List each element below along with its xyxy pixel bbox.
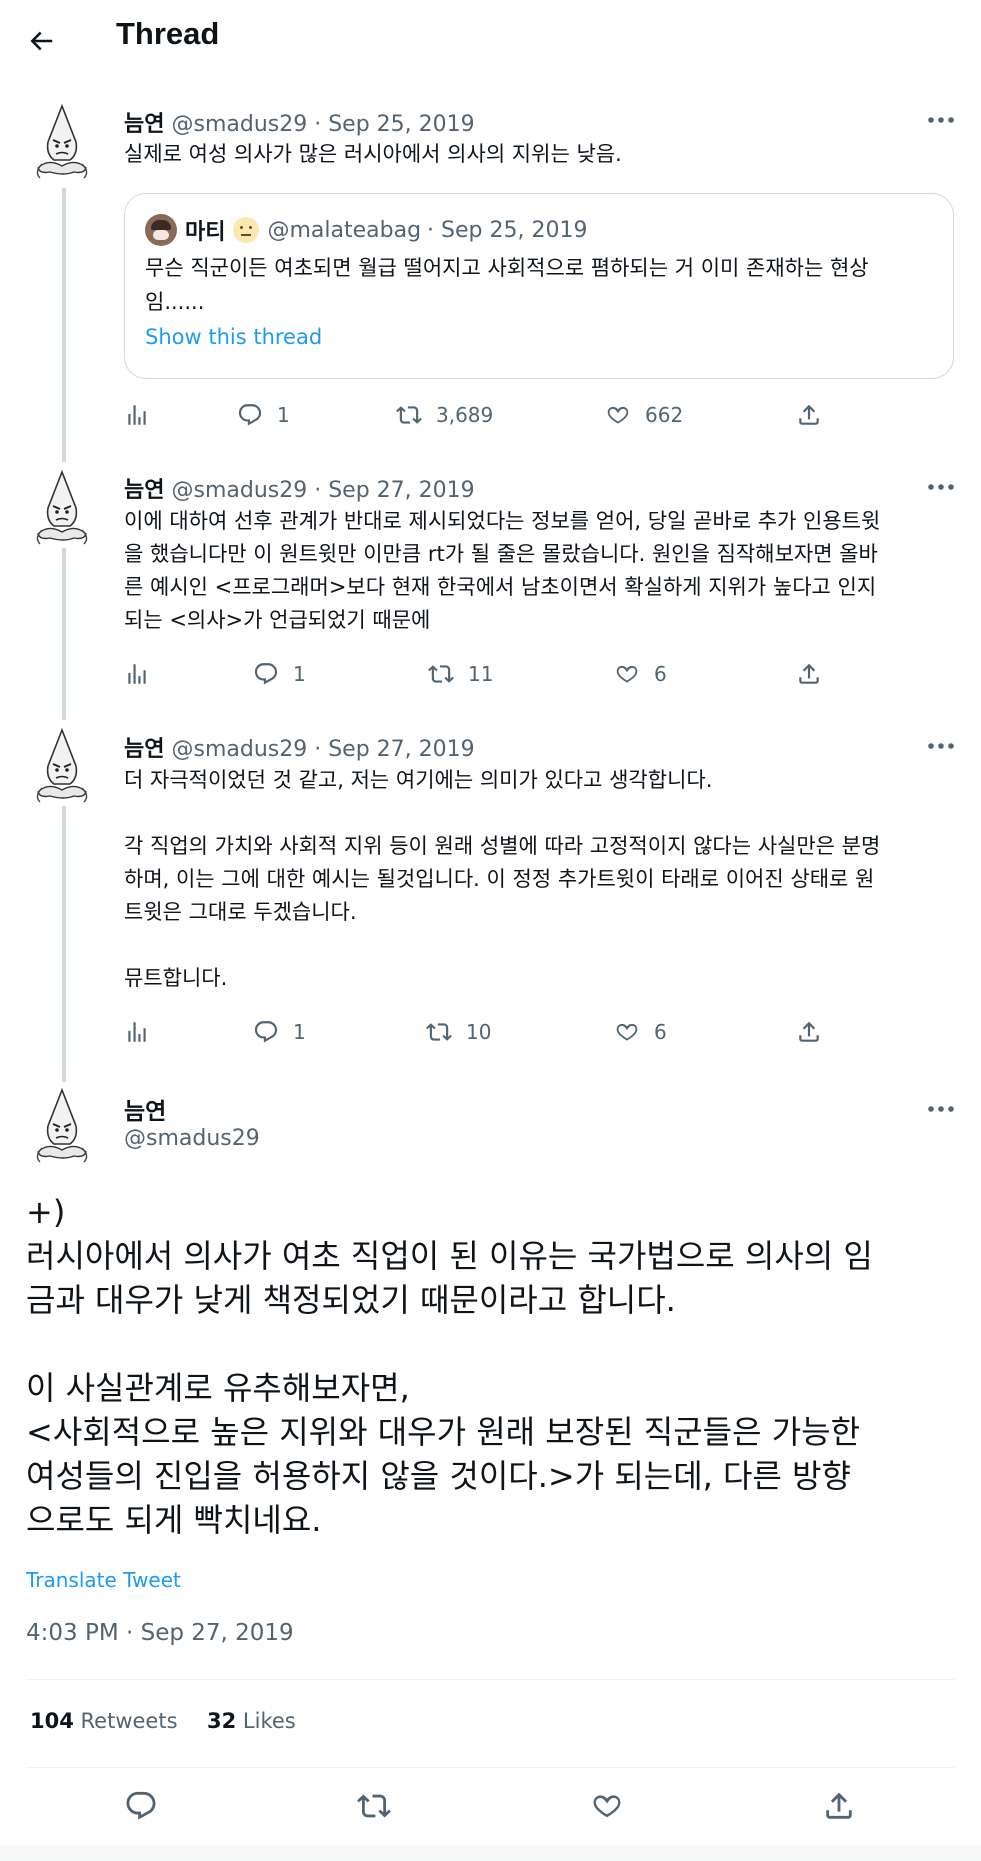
quote-author-name: 마티 — [185, 220, 226, 245]
retweet-total: 104 — [30, 1709, 74, 1733]
reply-button[interactable]: 1 — [253, 1019, 306, 1045]
share-icon — [796, 1019, 822, 1045]
share-button[interactable] — [796, 661, 822, 687]
quoted-tweet[interactable]: 마티 @malateabag · Sep 25, 2019 무슨 직군이든 여초… — [124, 193, 954, 379]
tweet-timestamp[interactable]: 4:03 PM · Sep 27, 2019 — [26, 1620, 294, 1646]
like-label: Likes — [242, 1709, 296, 1733]
analytics-button[interactable] — [124, 661, 150, 687]
like-count: 6 — [654, 1020, 667, 1044]
like-button[interactable]: 6 — [614, 1019, 667, 1045]
retweet-button[interactable]: 11 — [428, 661, 493, 687]
page-title: Thread — [116, 16, 220, 51]
retweet-label: Retweets — [80, 1709, 178, 1733]
analytics-icon — [124, 402, 150, 428]
avatar[interactable] — [24, 1086, 100, 1166]
quote-meta: 마티 @malateabag · Sep 25, 2019 — [185, 214, 587, 246]
share-icon[interactable] — [822, 1789, 856, 1823]
author-name[interactable]: 늠연 — [124, 1092, 166, 1126]
thread-line — [62, 188, 66, 462]
quote-avatar — [145, 214, 177, 246]
retweet-icon — [396, 402, 422, 428]
bottom-strip — [0, 1846, 981, 1861]
author-handle[interactable]: @smadus29 — [171, 478, 307, 503]
divider — [26, 1767, 956, 1768]
like-button[interactable]: 662 — [605, 402, 683, 428]
tweet-text: 이에 대하여 선후 관계가 반대로 제시되었다는 정보를 얻어, 당일 곧바로 … — [124, 509, 881, 632]
share-button[interactable] — [796, 402, 822, 428]
tweet-date[interactable]: · Sep 27, 2019 — [314, 737, 474, 762]
reply-icon[interactable] — [124, 1789, 158, 1823]
analytics-icon — [124, 661, 150, 687]
reply-count: 1 — [293, 1020, 306, 1044]
tweet-text: 실제로 여성 의사가 많은 러시아에서 의사의 지위는 낮음. — [124, 142, 622, 166]
author-name[interactable]: 늠연 — [124, 737, 164, 762]
retweets-stat[interactable]: 104 Retweets — [30, 1709, 178, 1733]
avatar[interactable] — [24, 102, 100, 182]
reply-icon — [237, 402, 263, 428]
author-handle[interactable]: @smadus29 — [171, 112, 307, 137]
translate-tweet-link[interactable]: Translate Tweet — [26, 1568, 181, 1592]
retweet-count: 11 — [468, 662, 494, 686]
analytics-button[interactable] — [124, 402, 150, 428]
like-button[interactable]: 6 — [614, 661, 667, 687]
avatar[interactable] — [24, 726, 100, 806]
author-handle[interactable]: @smadus29 — [124, 1126, 260, 1151]
author-handle[interactable]: @smadus29 — [171, 737, 307, 762]
like-icon[interactable] — [590, 1789, 624, 1823]
share-button[interactable] — [796, 1019, 822, 1045]
retweet-icon[interactable] — [357, 1789, 391, 1823]
reply-icon — [253, 1019, 279, 1045]
more-icon[interactable] — [926, 736, 956, 756]
tweet-meta: 늠연 @smadus29 · Sep 27, 2019 — [124, 731, 475, 763]
tweet-meta: 늠연 @smadus29 · Sep 25, 2019 — [124, 106, 475, 138]
analytics-icon — [124, 1019, 150, 1045]
like-icon — [614, 1019, 640, 1045]
reply-icon — [253, 661, 279, 687]
more-icon[interactable] — [926, 477, 956, 497]
author-name[interactable]: 늠연 — [124, 478, 164, 503]
retweet-count: 3,689 — [436, 403, 494, 427]
like-icon — [614, 661, 640, 687]
retweet-icon — [426, 1019, 452, 1045]
quote-author-handle: @malateabag — [267, 217, 422, 243]
retweet-button[interactable]: 10 — [426, 1019, 491, 1045]
reply-button[interactable]: 1 — [237, 402, 290, 428]
retweet-count: 10 — [466, 1020, 492, 1044]
quote-text: 무슨 직군이든 여초되면 월급 떨어지고 사회적으로 폄하되는 거 이미 존재하… — [145, 256, 869, 314]
retweet-icon — [428, 661, 454, 687]
tweet-meta: 늠연 @smadus29 · Sep 27, 2019 — [124, 472, 475, 504]
tweet-date[interactable]: · Sep 27, 2019 — [314, 478, 474, 503]
author-name[interactable]: 늠연 — [124, 112, 164, 137]
reply-count: 1 — [277, 403, 290, 427]
like-count: 6 — [654, 662, 667, 686]
tweet-date[interactable]: · Sep 25, 2019 — [314, 112, 474, 137]
like-icon — [605, 402, 631, 428]
reply-count: 1 — [293, 662, 306, 686]
thread-line — [62, 548, 66, 720]
retweet-button[interactable]: 3,689 — [396, 402, 493, 428]
divider — [26, 1679, 956, 1680]
like-count: 662 — [645, 403, 684, 427]
back-arrow-icon[interactable] — [26, 26, 56, 56]
tweet-text: 더 자극적이었던 것 같고, 저는 여기에는 의미가 있다고 생각합니다. 각 … — [124, 768, 881, 990]
share-icon — [796, 661, 822, 687]
emoji-face-icon — [233, 217, 260, 243]
more-icon[interactable] — [926, 1099, 956, 1119]
tweet-text: +) 러시아에서 의사가 여초 직업이 된 이유는 국가법으로 의사의 임 금과… — [26, 1193, 873, 1539]
quote-date: · Sep 25, 2019 — [427, 217, 588, 243]
like-total: 32 — [207, 1709, 237, 1733]
share-icon — [796, 402, 822, 428]
likes-stat[interactable]: 32 Likes — [207, 1709, 296, 1733]
more-icon[interactable] — [926, 110, 956, 130]
thread-line — [62, 806, 66, 1082]
analytics-button[interactable] — [124, 1019, 150, 1045]
avatar[interactable] — [24, 468, 100, 548]
show-thread-link[interactable]: Show this thread — [145, 325, 322, 349]
reply-button[interactable]: 1 — [253, 661, 306, 687]
